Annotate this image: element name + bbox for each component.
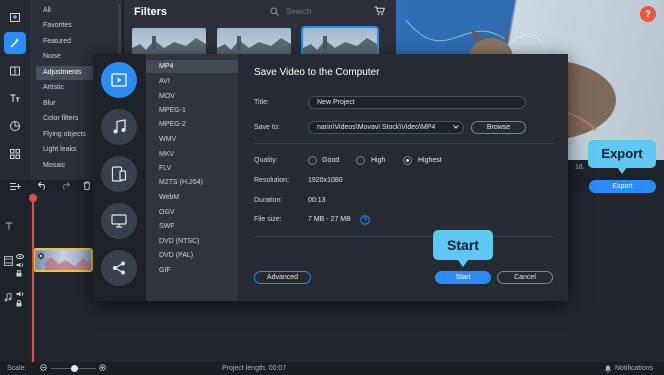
- export-callout-pointer: [617, 167, 627, 174]
- add-track-icon[interactable]: [10, 182, 21, 191]
- quality-high-label: High: [371, 157, 386, 164]
- format-item[interactable]: DVD (NTSC): [146, 235, 238, 248]
- file-size-value: 7 MB - 27 MB: [308, 216, 351, 223]
- cancel-button[interactable]: Cancel: [497, 271, 553, 284]
- project-length: Project length: 00:07: [222, 365, 287, 372]
- format-item[interactable]: MPEG-2: [146, 118, 238, 131]
- stickers-icon[interactable]: [4, 115, 26, 137]
- save-to-select[interactable]: narin\Videos\Movavi Stock\Video\MP4: [308, 121, 464, 134]
- save-to-label: Save to:: [254, 124, 280, 131]
- import-icon[interactable]: [4, 6, 26, 28]
- save-video-dialog: MP4 AVI MOV MPEG-1 MPEG-2 WMV MKV FLV M2…: [93, 54, 568, 301]
- transitions-icon[interactable]: [4, 60, 26, 82]
- format-item[interactable]: MKV: [146, 148, 238, 161]
- track-lock-icon[interactable]: [16, 270, 22, 277]
- more-tools-icon[interactable]: [4, 143, 26, 165]
- format-item[interactable]: DVD (PAL): [146, 249, 238, 262]
- search-icon: [270, 7, 279, 16]
- bell-icon[interactable]: [604, 364, 612, 373]
- start-callout-pointer: [458, 260, 468, 267]
- format-item-selected[interactable]: MP4: [146, 60, 238, 73]
- redo-icon[interactable]: [60, 181, 70, 190]
- format-item[interactable]: SWF: [146, 220, 238, 233]
- video-clip[interactable]: [33, 248, 93, 272]
- track-visibility-icon[interactable]: [16, 254, 24, 259]
- track-volume-icon[interactable]: [16, 262, 24, 268]
- quality-high-radio[interactable]: [356, 156, 365, 165]
- tv-icon[interactable]: [101, 203, 137, 239]
- file-size-label: File size:: [254, 216, 282, 223]
- chevron-down-icon: [453, 125, 459, 129]
- device-icon[interactable]: [101, 156, 137, 192]
- title-label: Title:: [254, 99, 269, 106]
- titles-icon[interactable]: [4, 87, 26, 109]
- start-callout: Start: [433, 230, 493, 260]
- export-callout: Export: [588, 140, 656, 168]
- category-item[interactable]: Favorites: [36, 19, 120, 33]
- zoom-in-icon[interactable]: [99, 364, 107, 372]
- title-track-icon: [5, 222, 13, 230]
- dialog-settings: Save Video to the Computer Title: New Pr…: [238, 54, 568, 301]
- advanced-button[interactable]: Advanced: [254, 271, 311, 284]
- video-track-icon: [4, 256, 13, 266]
- category-item[interactable]: Featured: [36, 35, 120, 49]
- browse-button[interactable]: Browse: [471, 121, 526, 134]
- audio-file-icon[interactable]: [101, 109, 137, 145]
- start-button[interactable]: Start: [435, 271, 491, 284]
- playhead[interactable]: [32, 196, 34, 362]
- export-button[interactable]: Export: [589, 180, 656, 193]
- delete-icon[interactable]: [83, 181, 91, 190]
- format-item[interactable]: WebM: [146, 191, 238, 204]
- audio-lock-icon[interactable]: [16, 300, 22, 307]
- quality-label: Quality:: [254, 157, 278, 164]
- save-to-path: narin\Videos\Movavi Stock\Video\MP4: [317, 124, 436, 131]
- category-item[interactable]: All: [36, 4, 120, 18]
- dialog-title: Save Video to the Computer: [254, 67, 380, 78]
- filter-search[interactable]: Search: [266, 5, 385, 19]
- format-item[interactable]: M2TS (H.264): [146, 176, 238, 189]
- resolution-label: Resolution:: [254, 177, 290, 184]
- quality-highest-radio[interactable]: [403, 156, 412, 165]
- quality-highest-label: Highest: [418, 157, 442, 164]
- notifications-link[interactable]: Notifications: [615, 365, 653, 372]
- search-placeholder: Search: [286, 7, 312, 16]
- format-item[interactable]: MPEG-1: [146, 104, 238, 117]
- undo-icon[interactable]: [38, 181, 48, 190]
- export-type-rail: [93, 54, 146, 301]
- cart-icon[interactable]: [374, 6, 385, 16]
- video-file-icon[interactable]: [101, 62, 137, 98]
- format-item[interactable]: WMV: [146, 133, 238, 146]
- format-list: MP4 AVI MOV MPEG-1 MPEG-2 WMV MKV FLV M2…: [146, 54, 238, 301]
- zoom-out-icon[interactable]: [40, 364, 48, 372]
- filters-title: Filters: [134, 6, 168, 18]
- scale-label: Scale:: [7, 365, 27, 372]
- duration-label: Duration:: [254, 197, 283, 204]
- help-circle-icon[interactable]: [360, 215, 370, 225]
- status-bar: Scale: Project length: 00:07 Notificatio…: [0, 362, 664, 375]
- audio-volume-icon[interactable]: [16, 291, 24, 297]
- title-input[interactable]: New Project: [308, 96, 526, 109]
- format-item[interactable]: MOV: [146, 90, 238, 103]
- quality-good-radio[interactable]: [308, 156, 317, 165]
- format-item[interactable]: FLV: [146, 162, 238, 175]
- format-item[interactable]: AVI: [146, 75, 238, 88]
- audio-track-icon: [4, 293, 12, 302]
- playhead-handle[interactable]: [29, 194, 37, 202]
- format-item[interactable]: OGV: [146, 206, 238, 219]
- divider: [254, 236, 554, 237]
- time-readout: 16.: [575, 164, 585, 171]
- tool-rail: [0, 0, 30, 180]
- scale-slider-handle[interactable]: [71, 365, 78, 372]
- resolution-value: 1920x1080: [308, 177, 343, 184]
- format-item[interactable]: GIF: [146, 264, 238, 277]
- share-icon[interactable]: [101, 250, 137, 286]
- divider: [254, 143, 554, 144]
- quality-good-label: Good: [322, 157, 340, 164]
- track-controls: [0, 192, 30, 362]
- duration-value: 00:13: [308, 197, 326, 204]
- filters-icon[interactable]: [4, 32, 26, 54]
- help-button[interactable]: ?: [640, 6, 656, 22]
